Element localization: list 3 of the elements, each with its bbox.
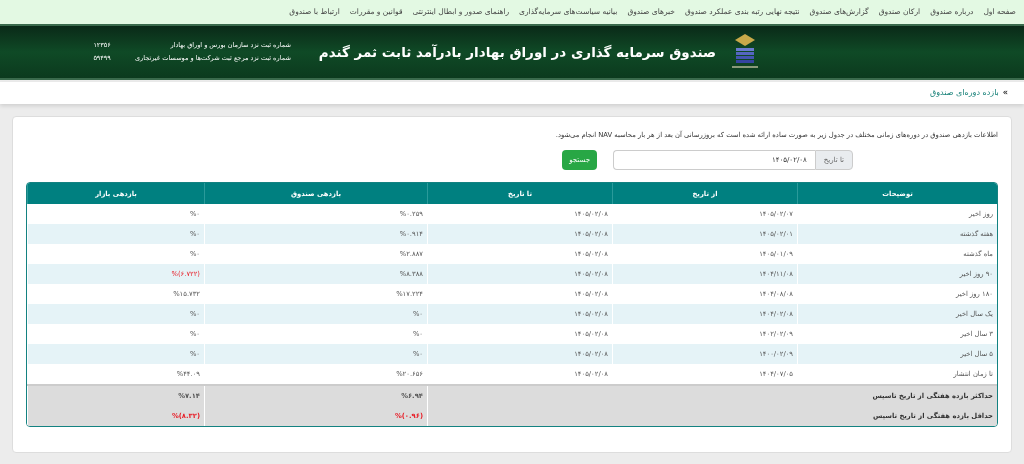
breadcrumb-title: بازده دوره‌ای صندوق xyxy=(930,87,999,99)
breadcrumb-marker: » xyxy=(1002,87,1008,99)
fund-title: صندوق سرمایه گذاری در اوراق بهادار بادرآمد ثابت ثمر گندم xyxy=(318,42,716,63)
